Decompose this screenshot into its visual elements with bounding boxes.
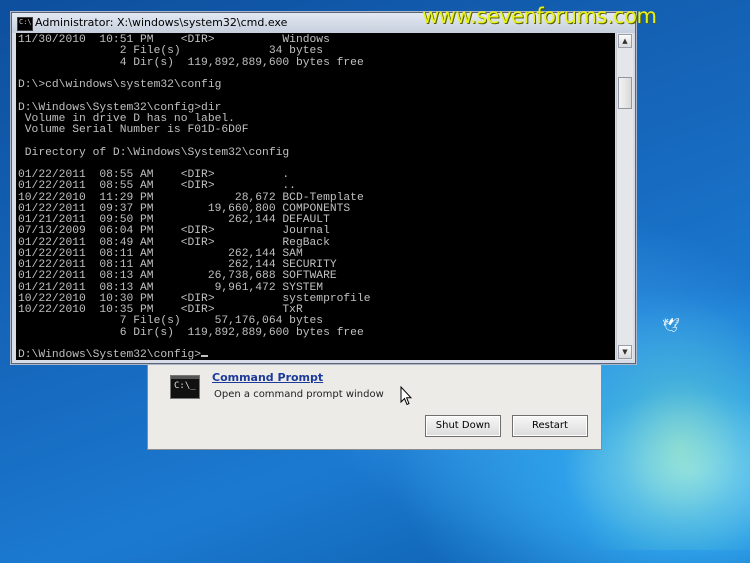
- scrollbar-thumb[interactable]: [618, 77, 632, 109]
- down-arrow-icon: ▼: [622, 348, 628, 356]
- command-prompt-link[interactable]: Command Prompt: [212, 371, 323, 384]
- console-area[interactable]: 11/30/2010 10:51 PM <DIR> Windows 2 File…: [16, 33, 615, 360]
- scroll-down-button[interactable]: ▼: [618, 345, 632, 359]
- cmd-window-icon-label: C:\: [19, 18, 32, 26]
- shut-down-button[interactable]: Shut Down: [425, 415, 501, 437]
- cmd-window-title: Administrator: X:\windows\system32\cmd.e…: [35, 16, 288, 29]
- site-watermark: www.sevenforums.com: [422, 4, 657, 28]
- mouse-pointer-icon: [400, 385, 413, 410]
- up-arrow-icon: ▲: [622, 37, 628, 45]
- console-cursor: [201, 355, 209, 357]
- command-prompt-icon[interactable]: C:\_: [170, 375, 200, 399]
- system-recovery-panel: C:\_ Command Prompt Open a command promp…: [147, 352, 602, 450]
- cmd-window-icon[interactable]: C:\: [17, 17, 33, 31]
- dove-icon: 🕊: [662, 318, 680, 334]
- cmd-window[interactable]: C:\ Administrator: X:\windows\system32\c…: [11, 12, 636, 364]
- console-output: 11/30/2010 10:51 PM <DIR> Windows 2 File…: [18, 34, 371, 360]
- scroll-up-button[interactable]: ▲: [618, 34, 632, 48]
- restart-button[interactable]: Restart: [512, 415, 588, 437]
- command-prompt-description: Open a command prompt window: [214, 389, 384, 400]
- vertical-scrollbar[interactable]: ▲ ▼: [616, 33, 633, 360]
- command-prompt-icon-label: C:\_: [174, 381, 196, 391]
